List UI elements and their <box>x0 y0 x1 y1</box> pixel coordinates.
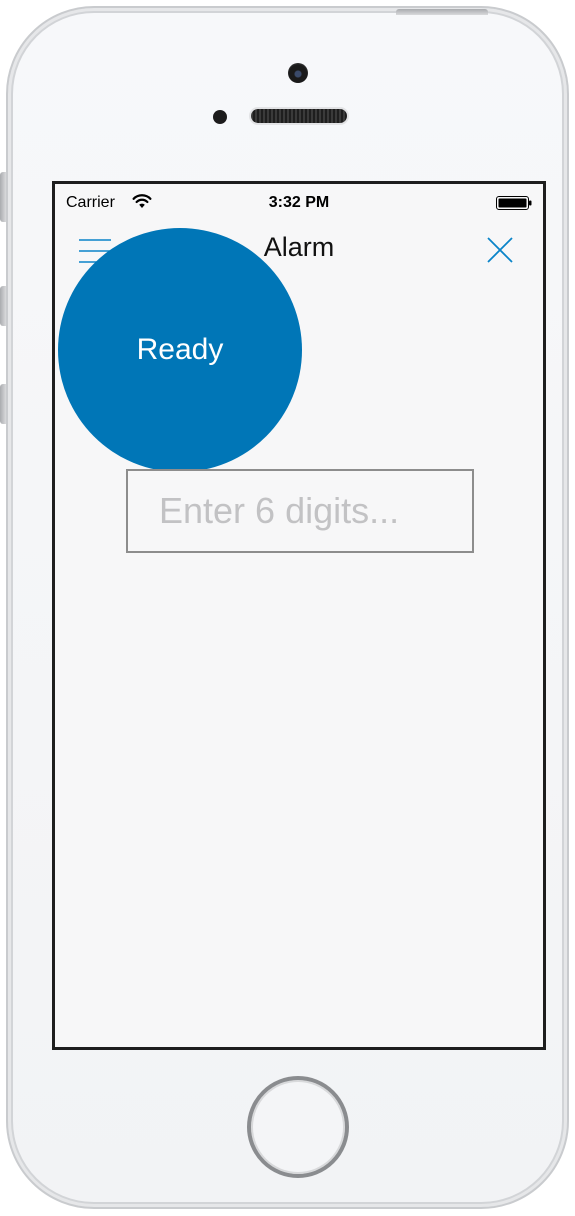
proximity-sensor <box>213 110 227 124</box>
battery-icon <box>496 196 532 210</box>
mute-switch <box>0 172 6 222</box>
phone-frame: Carrier 3:32 PM Alarm Ready Enter 6 digi… <box>6 6 569 1209</box>
code-input[interactable] <box>126 469 474 553</box>
arm-status-button[interactable]: Ready <box>58 228 302 472</box>
volume-up-button <box>0 286 6 326</box>
front-camera <box>288 63 308 83</box>
home-button[interactable] <box>247 1076 349 1178</box>
app-screen: Carrier 3:32 PM Alarm Ready Enter 6 digi… <box>52 181 546 1050</box>
volume-down-button <box>0 384 6 424</box>
clock: 3:32 PM <box>268 194 330 211</box>
close-icon[interactable] <box>486 236 514 264</box>
power-button <box>396 9 488 15</box>
earpiece-speaker <box>251 109 347 123</box>
status-bar: Carrier 3:32 PM <box>55 184 543 224</box>
status-label: Ready <box>136 333 224 366</box>
